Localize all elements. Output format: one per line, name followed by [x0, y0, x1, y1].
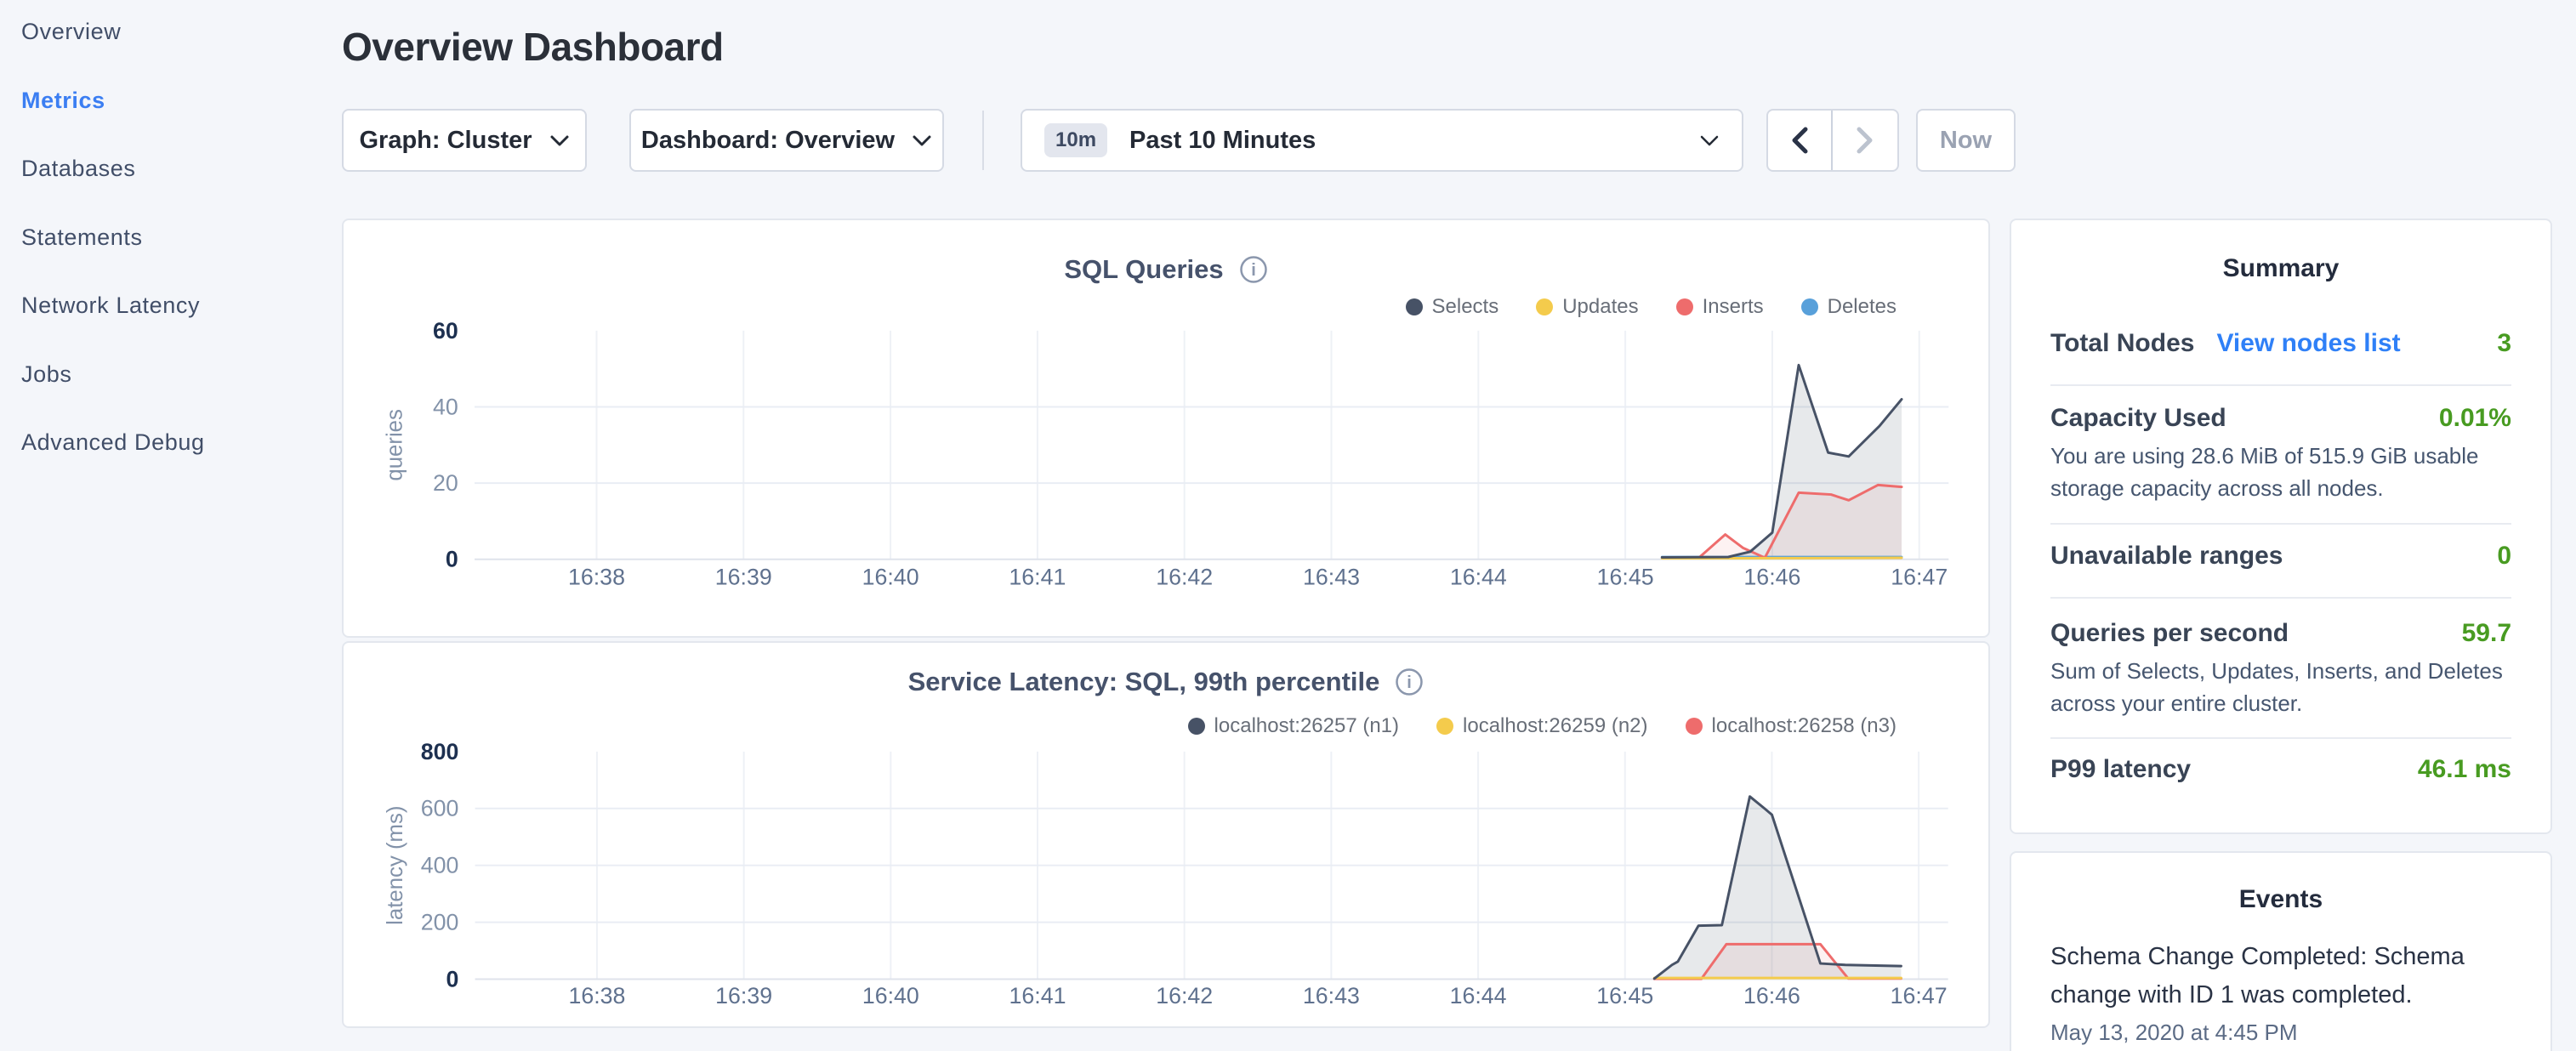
svg-text:600: 600: [421, 796, 459, 821]
graph-dropdown[interactable]: Graph: Cluster: [342, 109, 587, 172]
svg-text:20: 20: [433, 470, 458, 496]
sidebar-item-statements[interactable]: Statements: [21, 224, 340, 293]
view-nodes-list-link[interactable]: View nodes list: [2216, 329, 2400, 358]
service-latency-chart-card: Service Latency: SQL, 99th percentile i …: [342, 641, 1990, 1028]
chart-plot[interactable]: 0 20 40 60 16:38 16:39 16:40 16:41 16:42 16:43 16:…: [344, 220, 1988, 636]
svg-text:40: 40: [433, 394, 458, 419]
divider: [2050, 523, 2511, 525]
svg-text:0: 0: [446, 966, 458, 991]
chart-plot[interactable]: 0 200 400 600 800 16:38 16:39 16:40 16:41 16:42 16…: [344, 643, 1988, 1026]
chevron-left-icon: [1791, 127, 1808, 154]
row-value: 59.7: [2462, 619, 2511, 648]
svg-text:16:42: 16:42: [1156, 983, 1213, 1008]
svg-text:60: 60: [433, 318, 458, 344]
event-item-text: Schema Change Completed: Schema change w…: [2050, 938, 2516, 1014]
svg-text:16:41: 16:41: [1009, 564, 1066, 589]
svg-text:16:44: 16:44: [1450, 564, 1507, 589]
svg-text:16:47: 16:47: [1891, 564, 1948, 589]
row-value: 3: [2497, 329, 2511, 358]
summary-row-p99-latency: P99 latency 46.1 ms: [2050, 755, 2511, 784]
summary-row-queries-per-second: Queries per second 59.7: [2050, 619, 2511, 648]
next-time-button[interactable]: [1833, 111, 1897, 170]
divider: [2050, 597, 2511, 599]
summary-row-unavailable-ranges: Unavailable ranges 0: [2050, 542, 2511, 571]
prev-time-button[interactable]: [1768, 111, 1833, 170]
svg-text:16:43: 16:43: [1303, 983, 1360, 1008]
svg-text:latency (ms): latency (ms): [384, 806, 407, 925]
row-label: Total Nodes: [2050, 329, 2194, 358]
svg-text:16:38: 16:38: [568, 983, 625, 1008]
row-value: 0.01%: [2439, 404, 2511, 433]
sidebar-item-advanced-debug[interactable]: Advanced Debug: [21, 429, 340, 498]
chevron-down-icon: [912, 134, 932, 147]
svg-text:16:39: 16:39: [715, 983, 772, 1008]
divider: [2050, 384, 2511, 386]
svg-text:16:45: 16:45: [1597, 564, 1654, 589]
row-label: Queries per second: [2050, 619, 2289, 648]
chevron-down-icon: [1699, 134, 1720, 147]
svg-text:16:46: 16:46: [1743, 983, 1800, 1008]
events-panel: Events Schema Change Completed: Schema c…: [2010, 851, 2552, 1051]
graph-dropdown-label: Graph: Cluster: [359, 127, 532, 155]
divider: [2050, 737, 2511, 739]
svg-text:16:38: 16:38: [568, 564, 625, 589]
sidebar-item-jobs[interactable]: Jobs: [21, 361, 340, 430]
svg-text:16:44: 16:44: [1450, 983, 1507, 1008]
summary-row-capacity-used: Capacity Used 0.01%: [2050, 404, 2511, 433]
time-range-select[interactable]: 10m Past 10 Minutes: [1021, 109, 1743, 172]
row-description: Sum of Selects, Updates, Inserts, and De…: [2050, 655, 2516, 719]
now-button[interactable]: Now: [1916, 109, 2016, 172]
sidebar-item-network-latency[interactable]: Network Latency: [21, 293, 340, 361]
svg-text:200: 200: [421, 910, 459, 935]
dashboard-dropdown-label: Dashboard: Overview: [641, 127, 895, 155]
dashboard-dropdown[interactable]: Dashboard: Overview: [629, 109, 944, 172]
controls-divider: [982, 111, 984, 170]
svg-text:16:47: 16:47: [1891, 983, 1948, 1008]
summary-row-total-nodes: Total Nodes View nodes list 3: [2050, 329, 2511, 358]
page-title: Overview Dashboard: [342, 24, 724, 70]
summary-title: Summary: [2011, 254, 2550, 283]
svg-text:800: 800: [421, 739, 459, 764]
svg-text:16:40: 16:40: [862, 564, 919, 589]
svg-text:16:42: 16:42: [1156, 564, 1213, 589]
svg-text:16:45: 16:45: [1596, 983, 1653, 1008]
svg-text:0: 0: [446, 547, 458, 572]
event-item-timestamp: May 13, 2020 at 4:45 PM: [2050, 1020, 2298, 1046]
sidebar: Overview Metrics Databases Statements Ne…: [0, 0, 340, 1051]
row-label: Unavailable ranges: [2050, 542, 2283, 571]
svg-text:16:41: 16:41: [1009, 983, 1066, 1008]
summary-panel: Summary Total Nodes View nodes list 3 Ca…: [2010, 219, 2552, 834]
sidebar-item-metrics[interactable]: Metrics: [21, 88, 340, 156]
time-range-label: Past 10 Minutes: [1129, 127, 1316, 155]
svg-text:16:43: 16:43: [1303, 564, 1360, 589]
chevron-down-icon: [549, 134, 570, 147]
sidebar-item-databases[interactable]: Databases: [21, 156, 340, 224]
sql-queries-chart-card: SQL Queries i SelectsUpdatesInsertsDelet…: [342, 219, 1990, 638]
sidebar-item-overview[interactable]: Overview: [21, 19, 340, 88]
events-title: Events: [2011, 885, 2550, 914]
row-label: P99 latency: [2050, 755, 2191, 784]
svg-text:400: 400: [421, 853, 459, 878]
svg-text:queries: queries: [383, 409, 407, 481]
chevron-right-icon: [1857, 127, 1874, 154]
now-button-label: Now: [1940, 127, 1992, 155]
time-pager: [1766, 109, 1899, 172]
row-value: 0: [2497, 542, 2511, 571]
row-value: 46.1 ms: [2418, 755, 2511, 784]
svg-text:16:40: 16:40: [862, 983, 919, 1008]
row-description: You are using 28.6 MiB of 515.9 GiB usab…: [2050, 440, 2516, 504]
svg-text:16:46: 16:46: [1743, 564, 1800, 589]
svg-text:16:39: 16:39: [715, 564, 772, 589]
time-range-badge: 10m: [1044, 123, 1107, 157]
row-label: Capacity Used: [2050, 404, 2226, 433]
